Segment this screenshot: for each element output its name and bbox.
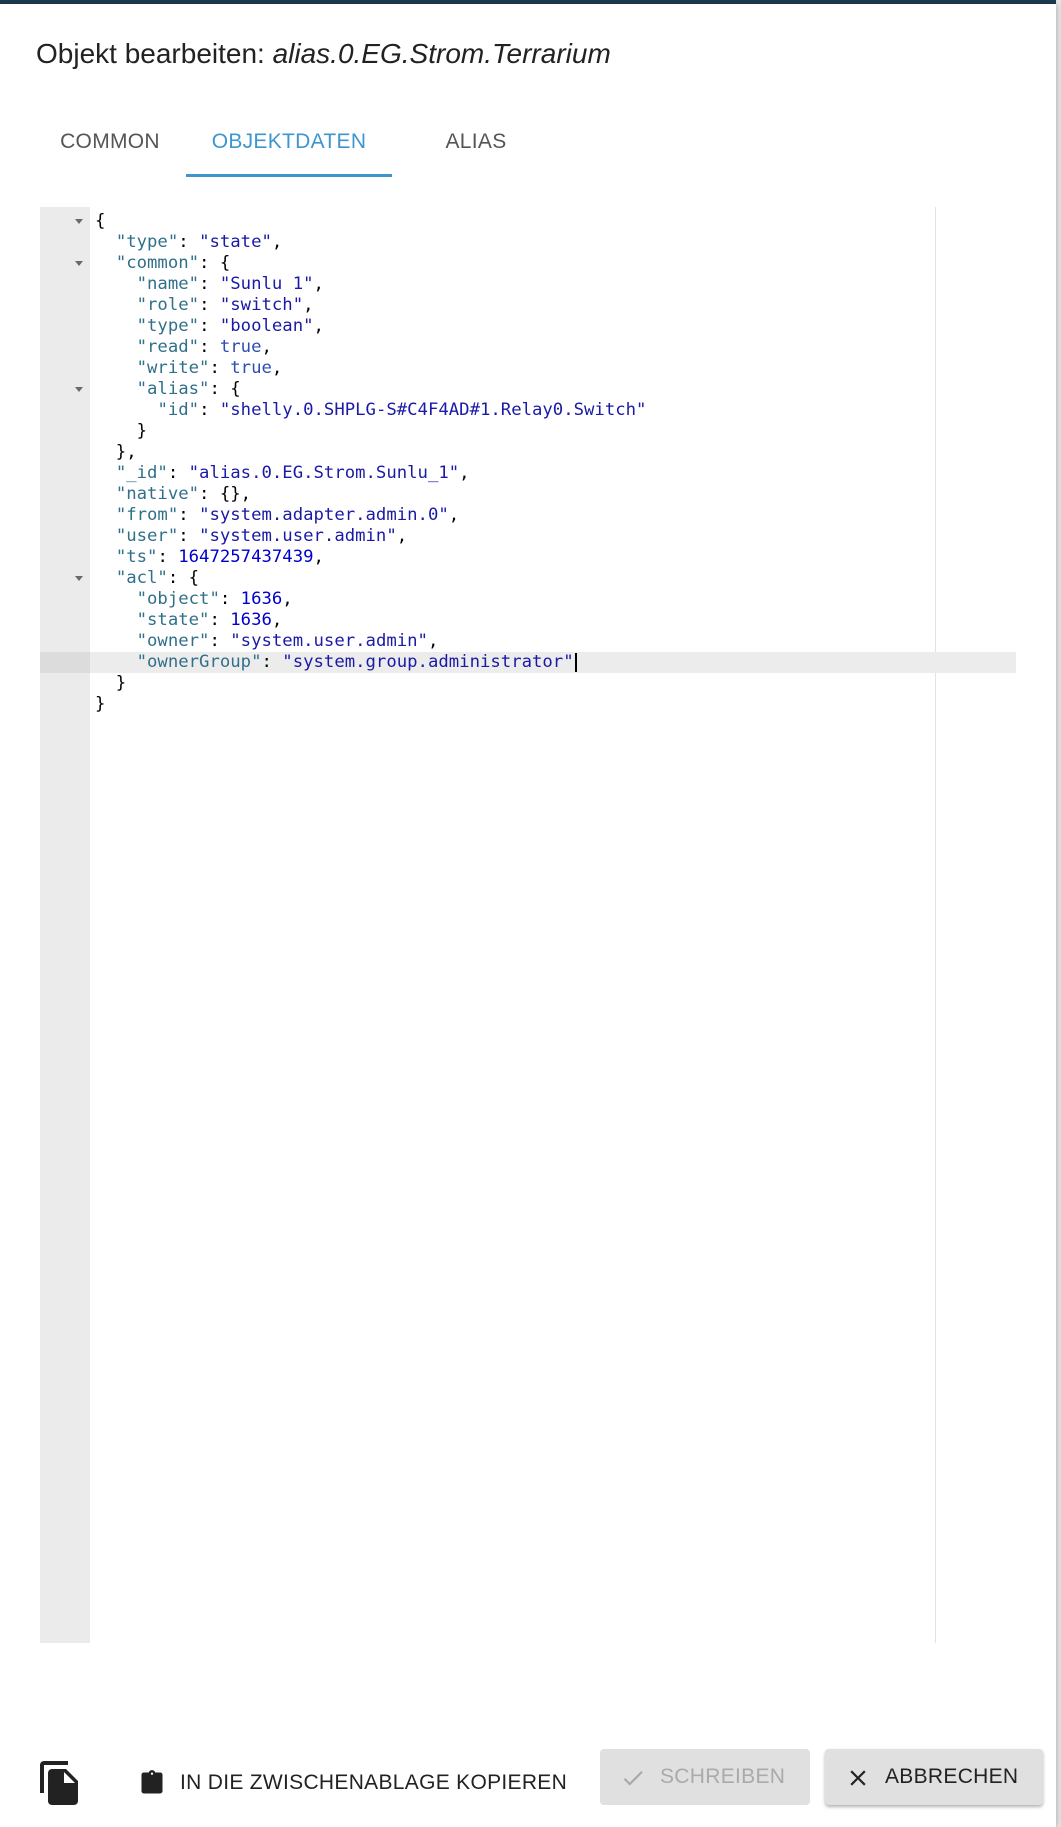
code-line[interactable]: "name": "Sunlu 1",	[95, 274, 324, 295]
write-button[interactable]: SCHREIBEN	[600, 1749, 810, 1805]
write-button-label: SCHREIBEN	[660, 1765, 786, 1788]
code-line[interactable]: }	[95, 421, 147, 442]
dialog-title-prefix: Objekt bearbeiten:	[36, 38, 273, 69]
code-line[interactable]: "from": "system.adapter.admin.0",	[95, 505, 459, 526]
code-line[interactable]: "type": "state",	[95, 232, 283, 253]
dialog-object-name: alias.0.EG.Strom.Terrarium	[272, 38, 611, 69]
code-line[interactable]: "write": true,	[95, 358, 283, 379]
fold-toggle-icon[interactable]	[75, 219, 83, 224]
code-line[interactable]: "ownerGroup": "system.group.administrato…	[95, 652, 577, 673]
code-line[interactable]: "read": true,	[95, 337, 272, 358]
edit-object-dialog: Objekt bearbeiten: alias.0.EG.Strom.Terr…	[0, 4, 1056, 1827]
tab-common[interactable]: COMMON	[36, 108, 184, 176]
active-line-gutter	[40, 652, 90, 673]
cancel-button-label: ABBRECHEN	[885, 1765, 1019, 1788]
editor-print-margin	[935, 207, 936, 1643]
code-line[interactable]: "common": {	[95, 253, 230, 274]
code-line[interactable]: },	[95, 442, 137, 463]
active-tab-indicator	[186, 174, 392, 177]
code-line[interactable]: }	[95, 694, 105, 715]
dialog-footer: IN DIE ZWISCHENABLAGE KOPIEREN SCHREIBEN…	[0, 1749, 1056, 1827]
fold-toggle-icon[interactable]	[75, 261, 83, 266]
background-page-strip	[1056, 0, 1061, 1827]
code-line[interactable]: {	[95, 211, 105, 232]
fold-toggle-icon[interactable]	[75, 387, 83, 392]
clipboard-icon	[141, 1770, 163, 1794]
check-icon	[623, 1771, 643, 1786]
code-line[interactable]: "id": "shelly.0.SHPLG-S#C4F4AD#1.Relay0.…	[95, 400, 646, 421]
code-line[interactable]: "acl": {	[95, 568, 199, 589]
code-line[interactable]: "native": {},	[95, 484, 251, 505]
code-line[interactable]: "type": "boolean",	[95, 316, 324, 337]
code-line[interactable]: "owner": "system.user.admin",	[95, 631, 439, 652]
tab-alias[interactable]: ALIAS	[406, 108, 546, 176]
code-line[interactable]: "object": 1636,	[95, 589, 293, 610]
tab-objektdaten[interactable]: OBJEKTDATEN	[186, 108, 392, 176]
json-editor[interactable]: { "type": "state", "common": { "name": "…	[40, 207, 1016, 1643]
text-cursor	[574, 652, 577, 672]
close-icon	[850, 1770, 866, 1786]
copy-to-clipboard-label: IN DIE ZWISCHENABLAGE KOPIEREN	[180, 1771, 568, 1794]
dialog-title: Objekt bearbeiten: alias.0.EG.Strom.Terr…	[36, 38, 611, 70]
code-line[interactable]: "user": "system.user.admin",	[95, 526, 407, 547]
code-line[interactable]: "_id": "alias.0.EG.Strom.Sunlu_1",	[95, 463, 470, 484]
file-copy-icon	[40, 1761, 78, 1805]
code-line[interactable]: "role": "switch",	[95, 295, 314, 316]
code-line[interactable]: "alias": {	[95, 379, 241, 400]
copy-file-button[interactable]	[36, 1759, 84, 1807]
code-line[interactable]: "state": 1636,	[95, 610, 283, 631]
code-line[interactable]: "ts": 1647257437439,	[95, 547, 324, 568]
fold-toggle-icon[interactable]	[75, 576, 83, 581]
cancel-button[interactable]: ABBRECHEN	[825, 1749, 1043, 1805]
code-line[interactable]: }	[95, 673, 126, 694]
editor-gutter	[40, 207, 90, 1643]
